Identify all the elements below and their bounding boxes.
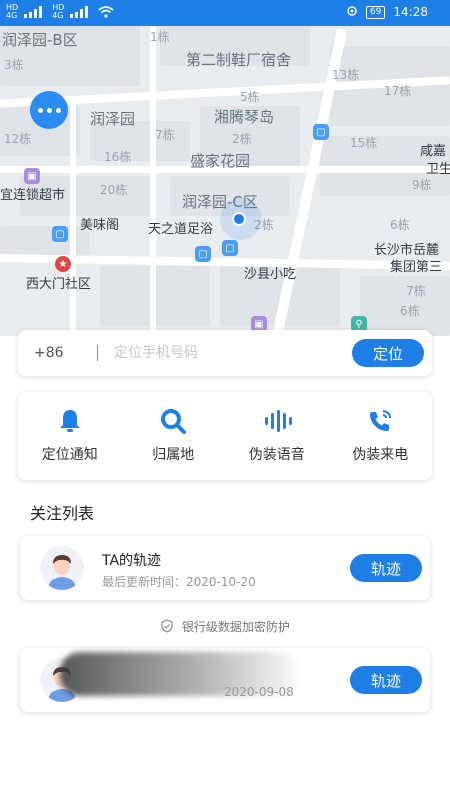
action-fake-voice[interactable]: 伪装语音 <box>225 392 329 480</box>
action-location-notify[interactable]: 定位通知 <box>18 392 122 480</box>
avatar <box>40 546 84 590</box>
shield-icon <box>161 619 173 633</box>
action-label: 归属地 <box>152 447 195 463</box>
map-label: 集团第三 <box>390 260 443 275</box>
search-icon <box>161 409 187 434</box>
bus-stop-icon[interactable]: ▢ <box>52 226 68 242</box>
phone-number-input[interactable] <box>114 342 354 364</box>
map-label: 盛家花园 <box>190 152 251 170</box>
action-label: 伪装语音 <box>248 447 305 463</box>
action-label: 定位通知 <box>41 447 98 463</box>
action-number-origin[interactable]: 归属地 <box>122 392 226 480</box>
building-label: 15栋 <box>350 136 378 150</box>
action-fake-call[interactable]: 伪装来电 <box>329 392 433 480</box>
action-label: 伪装来电 <box>352 447 409 463</box>
building-label: 7栋 <box>406 284 426 298</box>
map-label: 卫生 <box>426 162 450 177</box>
star-poi-icon[interactable]: ★ <box>55 256 71 272</box>
track-button[interactable]: 轨迹 <box>350 666 422 694</box>
building-label: 6栋 <box>400 304 420 318</box>
locate-button[interactable]: 定位 <box>352 339 424 367</box>
map-label: 润泽园 <box>90 110 136 128</box>
bus-stop-icon[interactable]: ▢ <box>195 246 211 262</box>
shop-poi-icon[interactable]: ▣ <box>24 168 40 184</box>
sim-signal-icon: HD 4G <box>6 3 19 20</box>
building-label: 6栋 <box>390 218 410 232</box>
person-avatar-icon <box>40 546 84 590</box>
map-label: 咸嘉 <box>420 144 447 159</box>
map-label: 沙县小吃 <box>244 267 297 282</box>
clock: 14:28 <box>393 5 428 19</box>
map-label: 西大门社区 <box>26 277 92 292</box>
signal-bars-icon <box>24 6 43 18</box>
current-location-marker <box>232 212 246 226</box>
bus-stop-icon[interactable]: ▢ <box>313 124 329 140</box>
map-label: 天之道足浴 <box>148 222 214 237</box>
country-code[interactable]: +86 <box>34 345 64 361</box>
bus-stop-icon[interactable]: ▢ <box>222 240 238 256</box>
status-bar: HD 4G HD 4G 69 14:28 <box>0 0 450 26</box>
phone-call-icon <box>370 410 392 431</box>
follow-name: TA的轨迹 <box>102 553 162 569</box>
divider <box>97 345 98 361</box>
building-label: 2栋 <box>232 132 252 146</box>
follow-list-item[interactable]: TA的轨迹 最后更新时间：2020-10-20 轨迹 <box>20 536 430 600</box>
building-label: 5栋 <box>240 90 260 104</box>
security-text: 银行级数据加密防护 <box>181 620 290 634</box>
phone-search-bar: +86 定位 <box>18 330 432 376</box>
wifi-icon <box>98 6 114 18</box>
map-label: 第二制鞋厂宿舍 <box>186 51 292 69</box>
building-label: 13栋 <box>332 68 360 82</box>
follow-list-title: 关注列表 <box>30 504 95 523</box>
sim2-signal-icon: HD 4G <box>52 3 65 20</box>
building-label: 1栋 <box>150 30 170 44</box>
security-note: 银行级数据加密防护 <box>0 618 450 635</box>
building-label: 20栋 <box>100 183 128 197</box>
voice-wave-icon <box>264 410 292 432</box>
quick-actions: 定位通知 归属地 伪装语音 伪装来电 <box>18 392 432 480</box>
map-view[interactable]: 润泽园-B区 第二制鞋厂宿舍 润泽园 湘腾琴岛 盛家花园 润泽园-C区 宜连锁超… <box>0 26 450 336</box>
follow-list-item[interactable]: 2020-09-08 轨迹 <box>20 648 430 712</box>
map-label: 宜连锁超市 <box>0 188 66 203</box>
building-label: 16栋 <box>104 150 132 164</box>
building-label: 12栋 <box>4 132 32 146</box>
building-label: 17栋 <box>384 84 412 98</box>
map-label: 湘腾琴岛 <box>214 108 275 126</box>
bell-icon <box>59 410 80 432</box>
last-update-time: 2020-09-08 <box>224 685 294 699</box>
last-update-time: 最后更新时间：2020-10-20 <box>102 575 256 589</box>
menu-button[interactable] <box>30 91 68 129</box>
building-label: 3栋 <box>4 58 24 72</box>
location-status-icon <box>347 6 357 16</box>
building-label: 7栋 <box>155 128 175 142</box>
signal-bars-2-icon <box>70 6 89 18</box>
battery-level: 69 <box>365 5 386 19</box>
building-label: 9栋 <box>412 178 432 192</box>
map-label: 美味阁 <box>80 218 120 233</box>
map-label: 润泽园-B区 <box>2 31 78 49</box>
track-button[interactable]: 轨迹 <box>350 554 422 582</box>
